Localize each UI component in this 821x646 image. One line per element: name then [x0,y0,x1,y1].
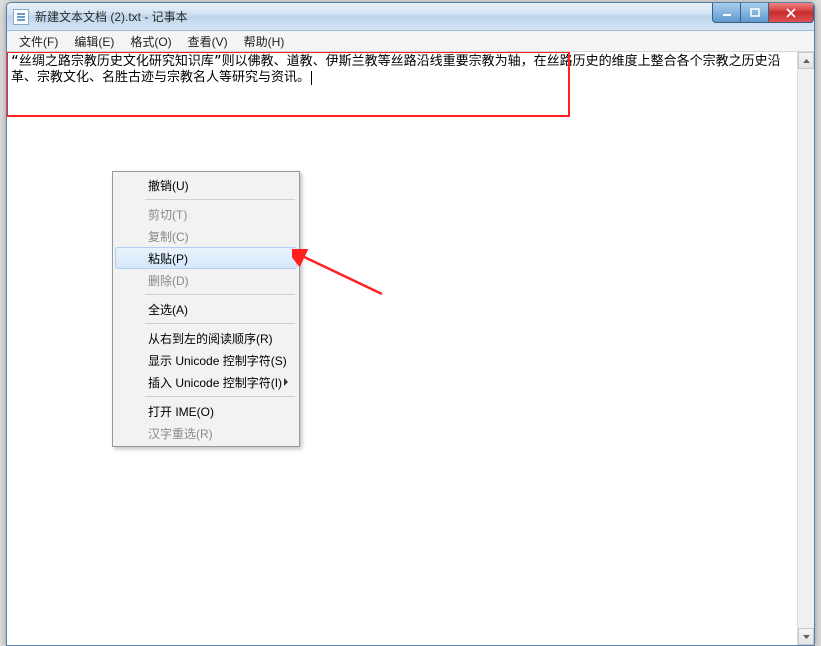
context-insert-unicode[interactable]: 插入 Unicode 控制字符(I) [115,371,297,393]
minimize-button[interactable] [712,3,740,23]
scroll-track[interactable] [798,69,814,628]
editor-text: “丝绸之路宗教历史文化研究知识库”则以佛教、道教、伊斯兰教等丝路沿线重要宗教为轴… [11,54,781,85]
menu-separator [145,323,295,324]
context-rtl[interactable]: 从右到左的阅读顺序(R) [115,327,297,349]
vertical-scrollbar[interactable] [797,52,814,645]
context-paste[interactable]: 粘贴(P) [115,247,297,269]
context-select-all[interactable]: 全选(A) [115,298,297,320]
notepad-window: 新建文本文档 (2).txt - 记事本 文件(F) 编辑(E) 格式(O) 查… [6,2,815,646]
chevron-up-icon [803,59,810,63]
minimize-icon [722,8,732,18]
maximize-icon [750,8,760,18]
context-show-unicode[interactable]: 显示 Unicode 控制字符(S) [115,349,297,371]
window-title: 新建文本文档 (2).txt - 记事本 [35,8,188,25]
submenu-arrow-icon [284,378,288,386]
context-undo[interactable]: 撤销(U) [115,174,297,196]
context-delete[interactable]: 删除(D) [115,269,297,291]
context-menu: 撤销(U) 剪切(T) 复制(C) 粘贴(P) 删除(D) 全选(A) 从右到左… [112,171,300,447]
context-cut[interactable]: 剪切(T) [115,203,297,225]
chevron-down-icon [803,635,810,639]
menu-file[interactable]: 文件(F) [11,31,66,52]
menu-separator [145,199,295,200]
menu-separator [145,396,295,397]
scroll-down-button[interactable] [798,628,814,645]
content-area: “丝绸之路宗教历史文化研究知识库”则以佛教、道教、伊斯兰教等丝路沿线重要宗教为轴… [7,52,814,645]
menu-view[interactable]: 查看(V) [180,31,236,52]
notepad-icon [13,9,29,25]
menubar: 文件(F) 编辑(E) 格式(O) 查看(V) 帮助(H) [7,31,814,52]
window-controls [712,3,814,23]
text-cursor [311,71,312,85]
scroll-up-button[interactable] [798,52,814,69]
menu-separator [145,294,295,295]
close-icon [785,8,797,18]
menu-help[interactable]: 帮助(H) [236,31,293,52]
close-button[interactable] [768,3,814,23]
maximize-button[interactable] [740,3,768,23]
context-copy[interactable]: 复制(C) [115,225,297,247]
menu-edit[interactable]: 编辑(E) [66,31,122,52]
context-reconvert[interactable]: 汉字重选(R) [115,422,297,444]
context-insert-unicode-label: 插入 Unicode 控制字符(I) [148,376,282,390]
titlebar[interactable]: 新建文本文档 (2).txt - 记事本 [7,3,814,31]
menu-format[interactable]: 格式(O) [122,31,179,52]
context-open-ime[interactable]: 打开 IME(O) [115,400,297,422]
